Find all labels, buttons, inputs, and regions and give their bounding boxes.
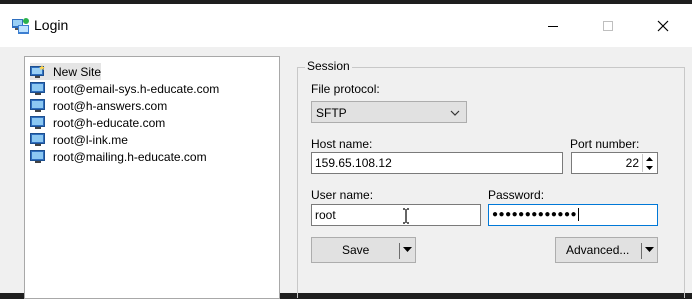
site-item-email-sys[interactable]: root@email-sys.h-educate.com <box>30 80 219 97</box>
advanced-split-separator <box>641 243 642 259</box>
monitor-icon <box>30 132 45 146</box>
triangle-down-icon[interactable] <box>645 247 654 252</box>
port-number-input[interactable]: 22 <box>571 152 658 174</box>
monitor-icon <box>30 98 45 112</box>
text-caret <box>578 207 580 221</box>
site-item-label: root@mailing.h-educate.com <box>53 149 207 164</box>
port-number-label: Port number: <box>570 137 640 151</box>
close-button[interactable] <box>640 11 686 41</box>
site-item-label: root@l-ink.me <box>53 132 128 147</box>
user-name-value: root <box>315 208 336 222</box>
chevron-down-icon <box>450 110 460 116</box>
site-item-label: root@h-educate.com <box>53 115 166 130</box>
site-item-new-site[interactable]: New Site <box>30 63 102 80</box>
site-item-label: root@h-answers.com <box>53 98 168 113</box>
advanced-label: Advanced... <box>566 243 630 257</box>
site-item-label: root@email-sys.h-educate.com <box>53 81 220 96</box>
user-name-label: User name: <box>311 188 374 202</box>
winscp-login-icon <box>12 18 29 34</box>
save-button[interactable]: Save <box>311 237 416 263</box>
site-item-mailing[interactable]: root@mailing.h-educate.com <box>30 148 207 165</box>
site-item-h-educate[interactable]: root@h-educate.com <box>30 114 165 131</box>
close-icon <box>657 20 669 32</box>
site-item-l-ink[interactable]: root@l-ink.me <box>30 131 128 148</box>
spin-down-button[interactable] <box>643 163 656 172</box>
triangle-down-icon[interactable] <box>403 247 412 252</box>
file-protocol-label: File protocol: <box>311 82 380 96</box>
minimize-button[interactable] <box>530 11 576 41</box>
title-bar[interactable]: Login <box>0 4 692 47</box>
advanced-button[interactable]: Advanced... <box>555 237 658 263</box>
monitor-icon <box>30 81 45 95</box>
site-item-label: New Site <box>53 64 102 79</box>
session-legend: Session <box>305 59 352 73</box>
site-list[interactable]: New Site root@email-sys.h-educate.com ro… <box>24 56 280 299</box>
spinner-icon[interactable] <box>642 154 656 172</box>
site-item-h-answers[interactable]: root@h-answers.com <box>30 97 167 114</box>
save-label: Save <box>342 243 370 257</box>
host-name-value: 159.65.108.12 <box>315 156 392 170</box>
new-site-icon <box>30 64 45 78</box>
maximize-icon <box>603 21 613 31</box>
text-cursor-icon <box>403 208 409 224</box>
host-name-label: Host name: <box>311 137 373 151</box>
password-label: Password: <box>488 188 545 202</box>
save-split-separator <box>399 243 400 259</box>
monitor-icon <box>30 115 45 129</box>
port-number-value: 22 <box>625 156 639 170</box>
file-protocol-select[interactable]: SFTP <box>311 101 467 123</box>
minimize-icon <box>548 26 558 27</box>
spin-up-button[interactable] <box>643 154 656 163</box>
login-window: Login New Site root@email-sys.h-educate.… <box>0 4 692 299</box>
maximize-button[interactable] <box>585 11 631 41</box>
file-protocol-value: SFTP <box>316 106 347 120</box>
user-name-input[interactable]: root <box>311 204 481 226</box>
password-value: ●●●●●●●●●●●●● <box>492 209 578 220</box>
monitor-icon <box>30 149 45 163</box>
password-input[interactable]: ●●●●●●●●●●●●● <box>488 204 658 226</box>
host-name-input[interactable]: 159.65.108.12 <box>311 152 563 174</box>
window-title: Login <box>34 17 69 33</box>
